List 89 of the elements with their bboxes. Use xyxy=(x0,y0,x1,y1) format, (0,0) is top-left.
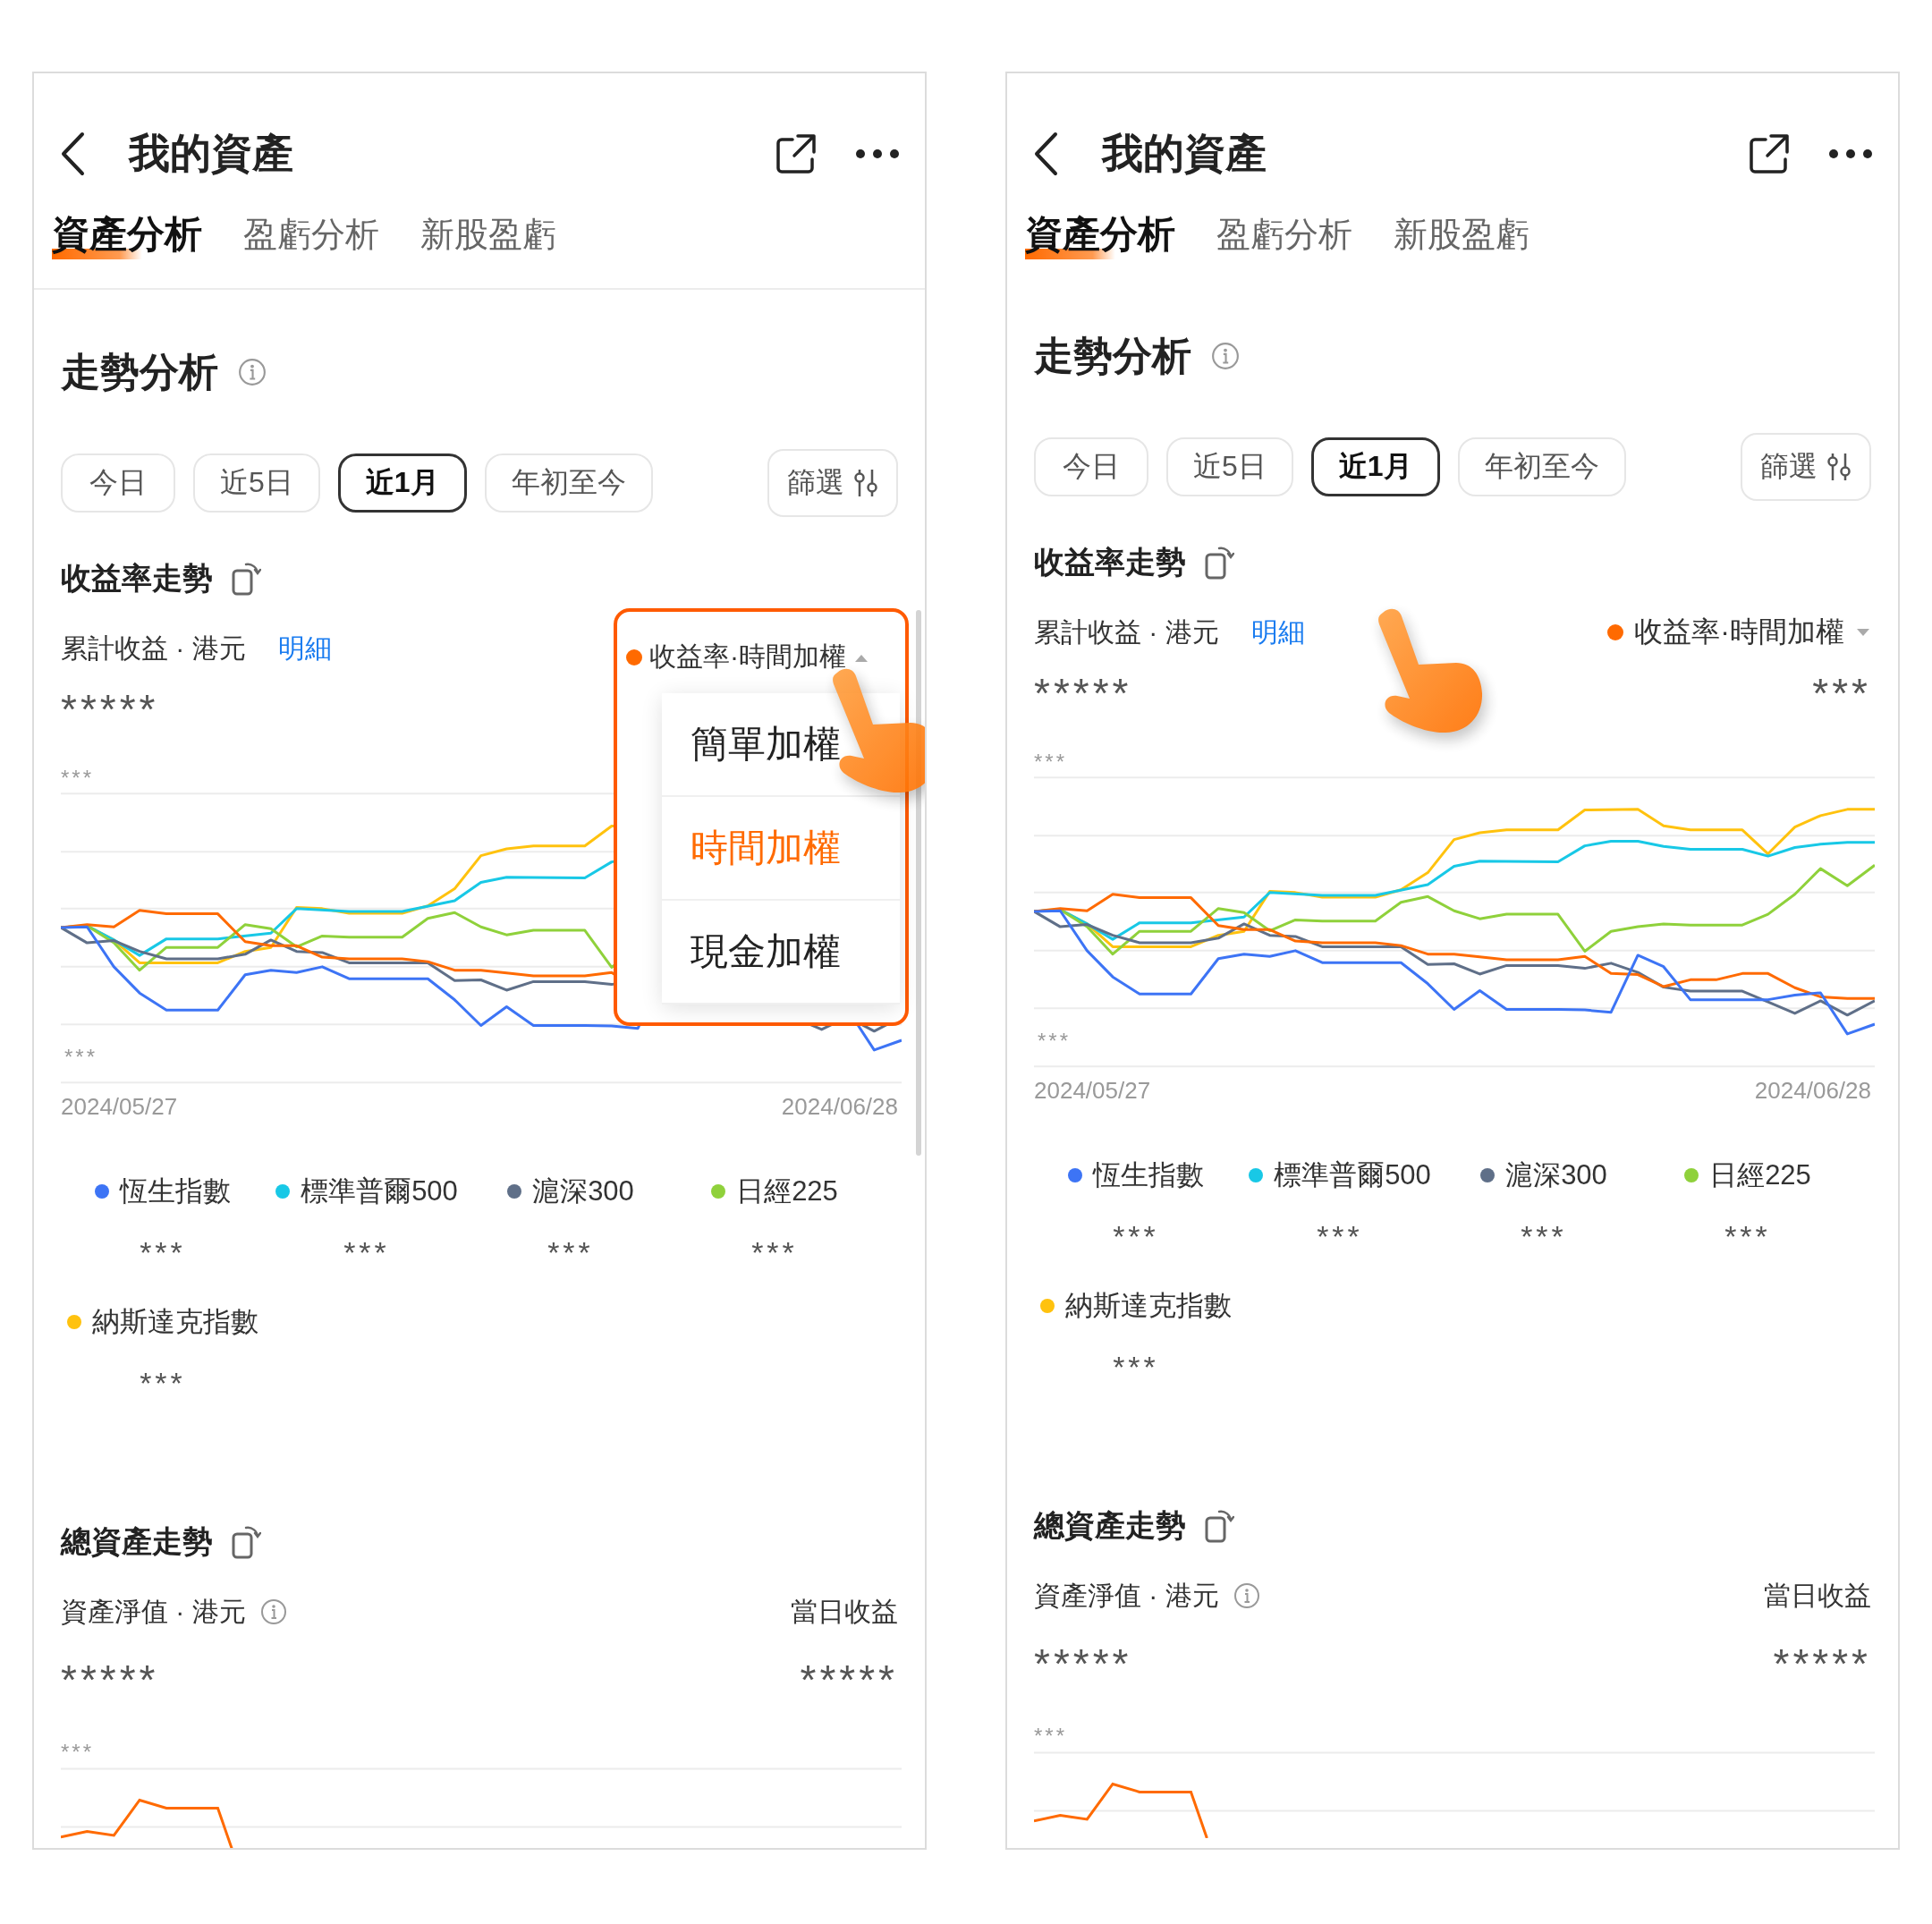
subsection-title: 收益率走勢 xyxy=(61,560,213,597)
end-date: 2024/06/28 xyxy=(1754,1077,1871,1105)
masked-value: ***** xyxy=(1773,1643,1871,1684)
period-chip[interactable]: 今日 xyxy=(61,453,175,513)
filter-button[interactable]: 篩選 xyxy=(767,449,898,517)
masked-value: ***** xyxy=(61,689,159,730)
legend-label: 納斯達克指數 xyxy=(1065,1289,1232,1323)
scrollbar[interactable] xyxy=(916,610,921,1156)
masked-value: ***** xyxy=(800,1659,898,1700)
section-title: 走勢分析 xyxy=(61,348,218,395)
detail-link[interactable]: 明細 xyxy=(1250,614,1305,651)
subtitle: 資產淨值 · 港元 xyxy=(1034,1579,1219,1612)
info-icon[interactable] xyxy=(238,358,267,386)
legend-label: 滬深300 xyxy=(532,1174,634,1208)
masked-value: ***** xyxy=(1034,1643,1132,1684)
info-icon[interactable] xyxy=(1233,1582,1260,1609)
tab[interactable]: 盈虧分析 xyxy=(1216,209,1352,259)
legend-label: 標準普爾500 xyxy=(301,1174,458,1208)
masked-value: *** xyxy=(1317,1218,1363,1255)
daily-return-label: 當日收益 xyxy=(1764,1579,1871,1612)
start-date: 2024/05/27 xyxy=(1034,1077,1151,1105)
subtitle: 資產淨值 · 港元 xyxy=(61,1595,246,1628)
back-icon xyxy=(59,131,86,176)
subsection-title: 收益率走勢 xyxy=(1034,544,1186,581)
daily-return-label: 當日收益 xyxy=(791,1595,898,1628)
legend-label: 日經225 xyxy=(736,1174,838,1208)
masked-value: *** xyxy=(751,1234,798,1271)
rotate-screen-icon[interactable] xyxy=(231,561,261,597)
legend-label: 納斯達克指數 xyxy=(92,1305,258,1339)
subsection-title: 總資產走勢 xyxy=(1034,1507,1186,1544)
info-icon[interactable] xyxy=(1211,342,1240,370)
menu-item[interactable]: 現金加權 xyxy=(662,901,900,1004)
period-chip[interactable]: 年初至今 xyxy=(1457,437,1626,496)
tab[interactable]: 新股盈虧 xyxy=(420,209,556,259)
masked-value: *** xyxy=(547,1234,594,1271)
back-button[interactable] xyxy=(1032,131,1059,176)
sliders-icon xyxy=(1826,452,1852,482)
masked-value: *** xyxy=(1812,673,1871,714)
caret-icon xyxy=(1855,627,1871,638)
subtitle: 累計收益 · 港元 xyxy=(61,631,246,665)
metric-selector[interactable]: 收益率·時間加權 xyxy=(1607,613,1871,652)
axis-label: *** xyxy=(1034,750,1068,774)
subsection-title: 總資產走勢 xyxy=(61,1523,213,1560)
masked-value: *** xyxy=(140,1365,186,1402)
masked-value: *** xyxy=(1724,1218,1771,1255)
period-chip[interactable]: 近5日 xyxy=(1166,437,1293,496)
axis-label: *** xyxy=(61,1740,95,1764)
period-chip[interactable]: 近1月 xyxy=(1310,437,1440,496)
page-title: 我的資產 xyxy=(129,129,294,178)
axis-label: *** xyxy=(64,1045,98,1070)
tab[interactable]: 盈虧分析 xyxy=(243,209,379,259)
axis-label: *** xyxy=(1038,1029,1072,1054)
axis-label: *** xyxy=(1034,1724,1068,1748)
sliders-icon xyxy=(853,468,878,498)
masked-value: *** xyxy=(343,1234,390,1271)
axis-label: *** xyxy=(61,766,95,790)
masked-value: *** xyxy=(1521,1218,1567,1255)
rotate-screen-icon[interactable] xyxy=(1204,545,1234,581)
period-chip[interactable]: 年初至今 xyxy=(484,453,653,513)
rotate-screen-icon[interactable] xyxy=(231,1524,261,1560)
start-date: 2024/05/27 xyxy=(61,1093,178,1121)
subtitle: 累計收益 · 港元 xyxy=(1034,615,1219,648)
legend-label: 日經225 xyxy=(1709,1158,1811,1192)
info-icon[interactable] xyxy=(259,1598,287,1625)
more-button[interactable] xyxy=(855,148,900,159)
back-icon xyxy=(1032,131,1059,176)
detail-link[interactable]: 明細 xyxy=(277,630,332,667)
masked-value: ***** xyxy=(61,1659,159,1700)
rotate-screen-icon[interactable] xyxy=(1204,1508,1234,1544)
tab[interactable]: 新股盈虧 xyxy=(1394,209,1530,259)
masked-value: *** xyxy=(1113,1349,1159,1386)
legend-label: 滬深300 xyxy=(1505,1158,1607,1192)
legend-label: 標準普爾500 xyxy=(1274,1158,1431,1192)
end-date: 2024/06/28 xyxy=(781,1093,898,1121)
more-icon xyxy=(855,148,900,159)
section-title: 走勢分析 xyxy=(1034,332,1191,379)
legend-label: 恆生指數 xyxy=(120,1174,231,1208)
more-button[interactable] xyxy=(1828,148,1873,159)
legend-label: 恆生指數 xyxy=(1093,1158,1204,1192)
back-button[interactable] xyxy=(59,131,86,176)
period-chip[interactable]: 近5日 xyxy=(193,453,320,513)
filter-button[interactable]: 篩選 xyxy=(1741,433,1871,501)
period-chip[interactable]: 近1月 xyxy=(337,453,467,513)
more-icon xyxy=(1828,148,1873,159)
period-chip[interactable]: 今日 xyxy=(1034,437,1148,496)
masked-value: ***** xyxy=(1034,673,1132,714)
masked-value: *** xyxy=(140,1234,186,1271)
page-title: 我的資產 xyxy=(1102,129,1267,178)
masked-value: *** xyxy=(1113,1218,1159,1255)
